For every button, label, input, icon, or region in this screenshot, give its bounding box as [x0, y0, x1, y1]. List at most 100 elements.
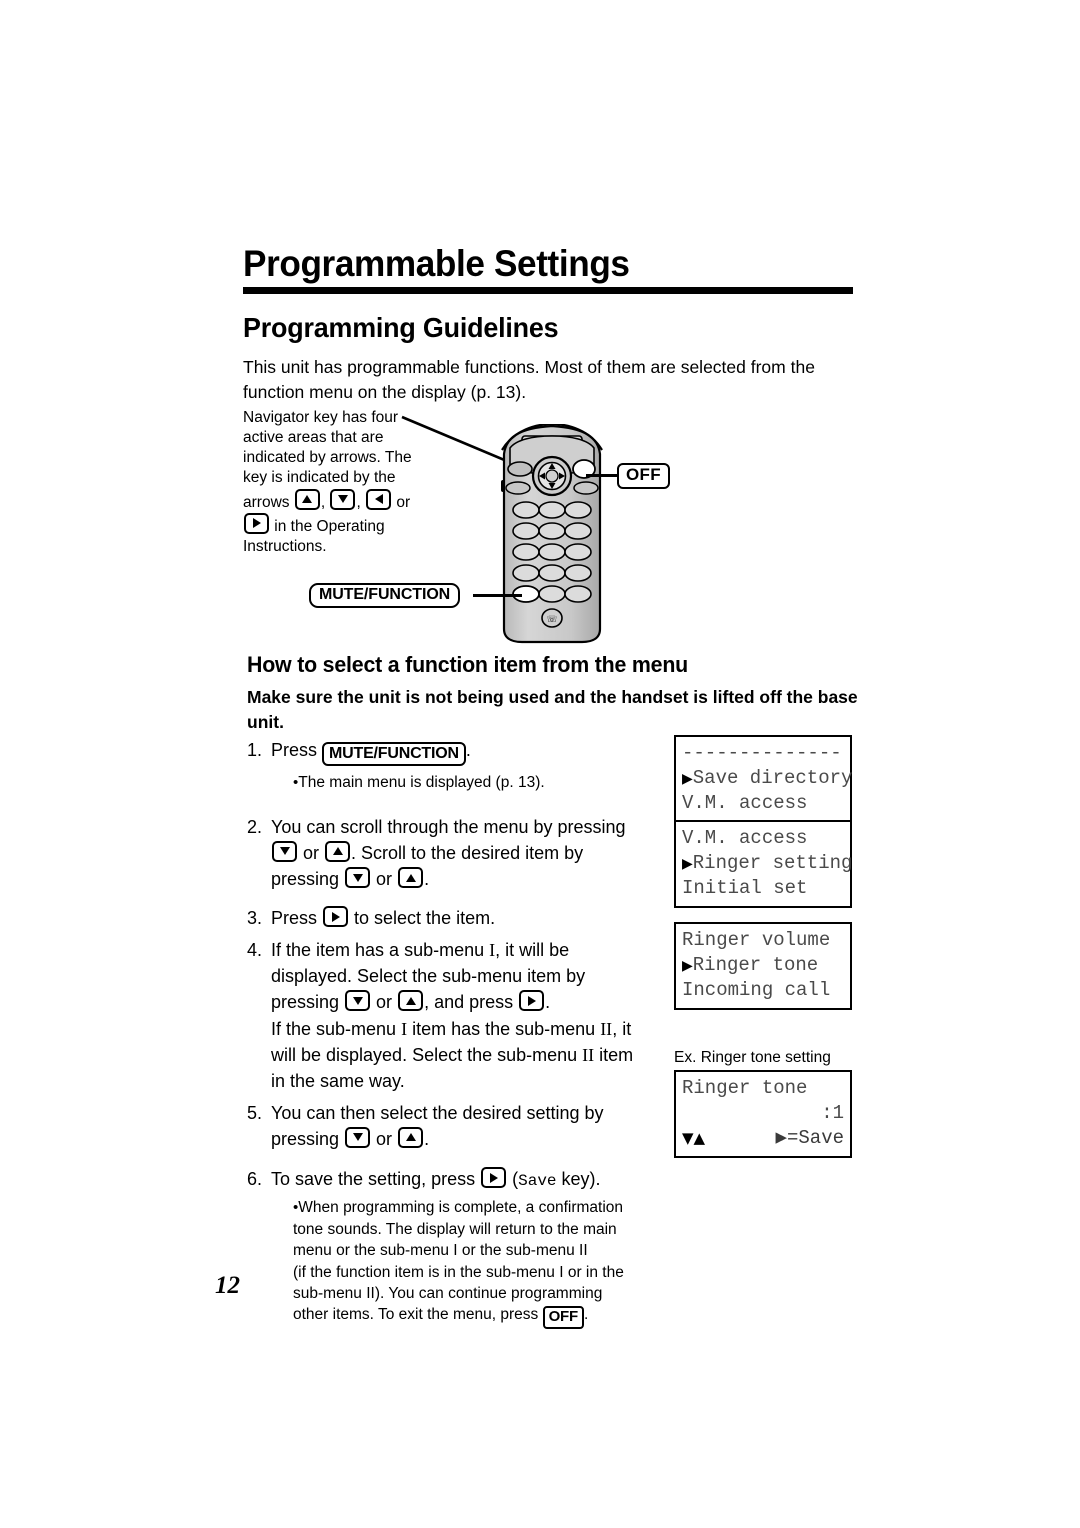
step-6-bullet-end: .: [583, 1306, 589, 1324]
lcd-row: V.M. access: [682, 826, 844, 851]
mute-function-key-callout: MUTE/FUNCTION: [309, 583, 461, 609]
lcd-row-text: Ringer volume: [682, 929, 831, 951]
step-2-body: You can scroll through the menu by press…: [271, 814, 667, 892]
manual-page: Programmable Settings Programming Guidel…: [0, 0, 1080, 1528]
page-number: 12: [215, 1272, 240, 1299]
step-2-line-3c: .: [424, 869, 430, 890]
operating-label: in the Operating: [270, 517, 385, 535]
step-6-bullet: •When programming is complete, a confirm…: [293, 1197, 667, 1330]
section-title: Programming Guidelines: [243, 312, 559, 343]
navigator-note-arrow-line: arrows , , or: [243, 488, 433, 513]
down-arrow-key-icon: [272, 840, 297, 862]
step-5-l2c: .: [424, 1128, 430, 1149]
up-arrow-key-icon: [398, 867, 424, 889]
lcd-display-ringer-submenu: Ringer volume ▶Ringer tone Incoming call: [674, 922, 852, 1010]
step-3-text-before: Press: [271, 908, 323, 929]
lcd-row-text: --------------: [682, 742, 842, 764]
leader-line-off: [586, 474, 618, 477]
step-4-l2: displayed. Select the sub-menu item by: [271, 966, 586, 987]
down-arrow-key-icon: [345, 867, 371, 889]
step-1: 1. Press MUTE/FUNCTION. •The main menu i…: [247, 737, 667, 794]
lcd-row-text: Ringer tone: [692, 954, 819, 976]
step-4-l4c: , it: [612, 1018, 632, 1039]
procedure-lead: Make sure the unit is not being used and…: [247, 687, 858, 732]
lcd-row: Initial set: [682, 876, 844, 901]
page-title: Programmable Settings: [243, 243, 630, 284]
lcd-row: Incoming call: [682, 978, 844, 1003]
roman-numeral-two: II: [600, 1018, 613, 1039]
lcd-caption-ringer-tone: Ex. Ringer tone setting: [674, 1049, 831, 1066]
lcd-row: Ringer volume: [682, 928, 844, 953]
procedure-steps: 1. Press MUTE/FUNCTION. •The main menu i…: [247, 737, 667, 1342]
step-4-l1b: , it will be: [495, 940, 570, 961]
step-4-l4b: item has the sub-menu: [407, 1018, 601, 1039]
step-4: 4. If the item has a sub-menu I, it will…: [247, 937, 667, 1094]
roman-numeral-two: II: [582, 1044, 595, 1065]
navigator-note-line-4: key is indicated by the: [243, 469, 396, 487]
lcd-row-text: Ringer tone: [682, 1077, 808, 1099]
lcd-row: ▼▲ ▶=Save: [682, 1126, 844, 1151]
step-3: 3. Press to select the item.: [247, 905, 667, 931]
step-6-bullet-line-5: sub-menu II). You can continue programmi…: [293, 1285, 603, 1302]
procedure-heading: How to select a function item from the m…: [247, 652, 689, 677]
lcd-row: --------------: [682, 741, 844, 766]
lcd-row: V.M. access: [682, 791, 844, 816]
step-2-or-2: or: [371, 869, 398, 890]
intro-paragraph: This unit has programmable functions. Mo…: [243, 357, 815, 403]
chapter-heading-block: Programmable Settings: [243, 245, 853, 294]
step-6-number: 6.: [247, 1169, 263, 1189]
step-4-l5b: item: [594, 1044, 634, 1065]
down-arrow-key-icon: [345, 1126, 371, 1148]
step-2-line-3a: pressing: [271, 869, 345, 890]
leader-line-mute-function: [473, 594, 522, 597]
step-5-l2b: or: [371, 1128, 398, 1149]
step-2-line-1: You can scroll through the menu by press…: [271, 816, 626, 837]
lcd-row-text: Save directory: [692, 767, 853, 789]
step-1-text-after: .: [465, 740, 471, 760]
navigator-note-line-1: Navigator key has four: [243, 409, 399, 426]
step-1-bullet-text: The main menu is displayed (p. 13).: [298, 774, 545, 792]
down-arrow-key-icon: [330, 488, 356, 510]
step-4-l5a: will be displayed. Select the sub-menu: [271, 1044, 583, 1065]
step-6-body: To save the setting, press (Save key). •…: [271, 1166, 667, 1330]
handset-illustration: ☏: [501, 424, 603, 644]
step-2-number: 2.: [247, 816, 263, 837]
up-arrow-key-icon: [325, 840, 351, 862]
navigator-note-last-line: Instructions.: [243, 537, 327, 555]
lcd-row-text: V.M. access: [682, 827, 808, 849]
step-6-bullet-line-1: When programming is complete, a confirma…: [298, 1199, 624, 1217]
step-3-number: 3.: [247, 908, 263, 929]
step-6-l1b: (: [507, 1169, 519, 1189]
left-arrow-key-icon: [366, 488, 392, 510]
step-2: 2. You can scroll through the menu by pr…: [247, 814, 667, 892]
lcd-display-main-menu-scrolled: V.M. access ▶Ringer setting Initial set: [674, 820, 852, 908]
step-6-bullet-line-2: tone sounds. The display will return to …: [293, 1220, 617, 1238]
lcd-row-text: Incoming call: [682, 979, 831, 1001]
lcd-row: :1: [682, 1101, 844, 1126]
right-arrow-key-icon: [519, 990, 545, 1012]
title-rule: [243, 287, 853, 294]
step-6-bullet-line-6: other items. To exit the menu, press: [293, 1306, 543, 1324]
navigator-note-line-2: active areas that are: [243, 429, 384, 447]
step-4-l6: in the same way.: [271, 1070, 405, 1091]
up-arrow-key-icon: [294, 488, 320, 510]
step-3-text-after: to select the item.: [349, 908, 496, 929]
lcd-row: ▶Ringer setting: [682, 851, 852, 876]
step-1-bullet: •The main menu is displayed (p. 13).: [293, 772, 667, 794]
navigator-key-note: Navigator key has four active areas that…: [243, 408, 433, 557]
save-key-label: Save: [518, 1172, 557, 1190]
step-4-l3b: or: [371, 992, 398, 1013]
step-6: 6. To save the setting, press (Save key)…: [247, 1166, 667, 1330]
step-4-number: 4.: [247, 940, 263, 961]
lcd-row: ▶Save directory: [682, 766, 852, 791]
lcd-scroll-arrows-icon: ▼▲: [682, 1129, 706, 1147]
lcd-row-text: V.M. access: [682, 792, 808, 814]
up-arrow-key-icon: [398, 990, 424, 1012]
step-2-or-1: or: [298, 842, 325, 863]
lcd-display-ringer-tone-setting: Ringer tone :1 ▼▲ ▶=Save: [674, 1070, 852, 1158]
lcd-row-value: :1: [821, 1102, 844, 1124]
step-1-number: 1.: [247, 740, 263, 760]
step-4-l4a: If the sub-menu: [271, 1018, 402, 1039]
step-4-l3d: .: [545, 992, 551, 1013]
step-1-text-before: Press: [271, 740, 323, 760]
